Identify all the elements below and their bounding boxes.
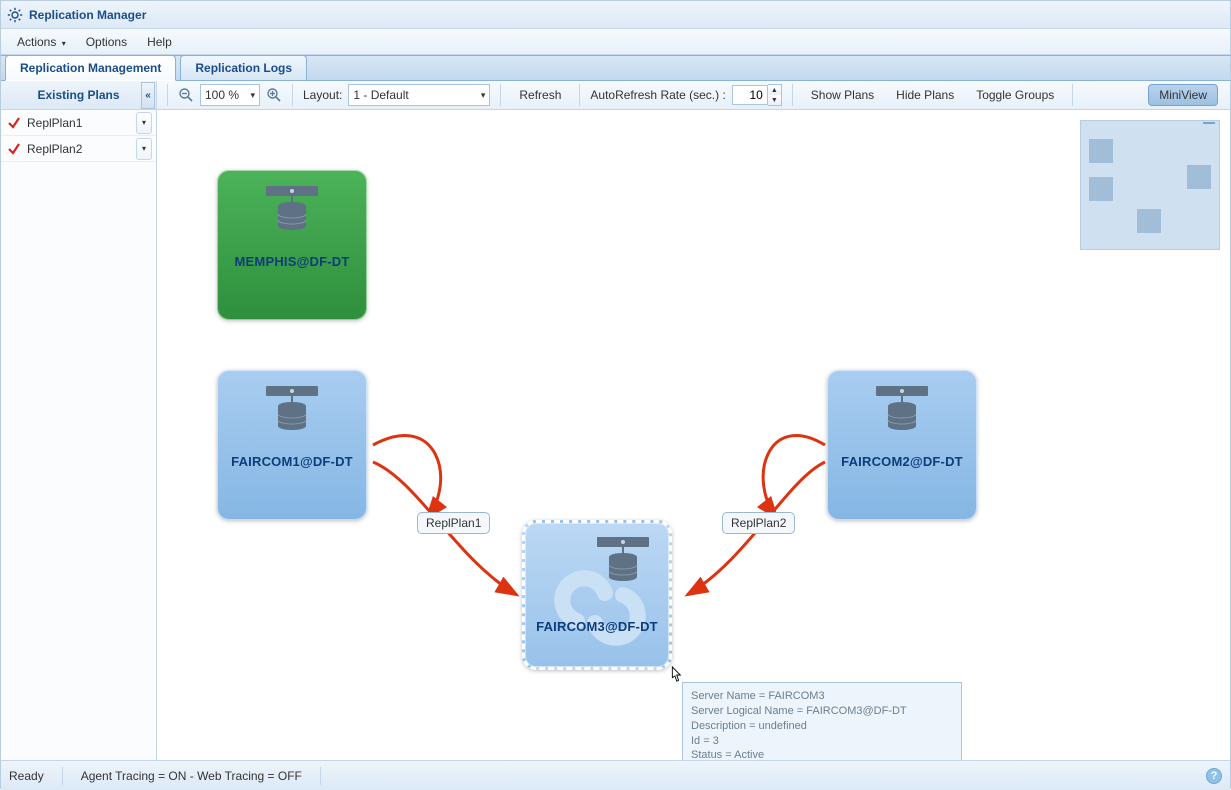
toolbar: 100 % ▾ Layout: 1 - Default ▾ Refresh Au… (157, 81, 1230, 109)
collapse-sidebar-button[interactable]: « (141, 82, 155, 109)
miniview-panel[interactable] (1080, 120, 1220, 250)
separator (579, 84, 580, 106)
tab-replication-logs[interactable]: Replication Logs (180, 55, 307, 80)
menu-actions[interactable]: Actions ▾ (7, 31, 76, 53)
node-label: MEMPHIS@DF-DT (235, 254, 350, 269)
cursor-pointer-icon (667, 665, 683, 685)
separator (1072, 84, 1073, 106)
spinner-arrows[interactable]: ▲ ▼ (768, 84, 782, 106)
spinner-up-icon[interactable]: ▲ (768, 85, 781, 95)
sidebar-item-replplan2[interactable]: ReplPlan2 ▾ (1, 136, 156, 162)
caret-down-icon: ▾ (62, 39, 66, 48)
autorefresh-input[interactable] (732, 85, 768, 105)
chevron-down-icon: ▾ (481, 90, 486, 101)
zoom-out-icon[interactable] (178, 87, 194, 103)
dropdown-icon[interactable]: ▾ (136, 138, 152, 160)
hide-plans-button[interactable]: Hide Plans (888, 85, 962, 105)
edge-label-replplan1[interactable]: ReplPlan1 (417, 512, 490, 534)
miniview-node (1089, 139, 1113, 163)
tab-bar: Replication Management Replication Logs (1, 55, 1230, 81)
check-icon (7, 142, 21, 156)
separator (292, 84, 293, 106)
separator (167, 84, 168, 106)
title-bar: Replication Manager (1, 1, 1230, 29)
tooltip-line: Server Name = FAIRCOM3 (691, 689, 953, 704)
miniview-button[interactable]: MiniView (1148, 84, 1218, 106)
layout-label: Layout: (303, 88, 342, 102)
chevron-down-icon: ▾ (250, 90, 255, 101)
menu-actions-label: Actions (17, 35, 56, 49)
miniview-node (1089, 177, 1113, 201)
node-memphis[interactable]: MEMPHIS@DF-DT (217, 170, 367, 320)
zoom-value: 100 % (205, 88, 239, 102)
menu-options[interactable]: Options (76, 31, 137, 53)
menu-bar: Actions ▾ Options Help (1, 29, 1230, 55)
node-faircom3[interactable]: FAIRCOM3@DF-DT (522, 520, 672, 670)
status-tracing: Agent Tracing = ON - Web Tracing = OFF (81, 769, 302, 783)
tooltip-line: Status = Active (691, 748, 953, 760)
edge-label-replplan2[interactable]: ReplPlan2 (722, 512, 795, 534)
autorefresh-label: AutoRefresh Rate (sec.) : (590, 88, 725, 102)
gear-icon (7, 7, 23, 23)
check-icon (7, 116, 21, 130)
node-label: FAIRCOM2@DF-DT (841, 454, 963, 469)
sidebar-header-label: Existing Plans (37, 88, 119, 102)
sidebar-item-replplan1[interactable]: ReplPlan1 ▾ (1, 110, 156, 136)
node-faircom2[interactable]: FAIRCOM2@DF-DT (827, 370, 977, 520)
tooltip-line: Id = 3 (691, 734, 953, 749)
menu-help[interactable]: Help (137, 31, 182, 53)
tooltip-line: Server Logical Name = FAIRCOM3@DF-DT (691, 704, 953, 719)
server-rack-icon (262, 384, 322, 436)
node-tooltip: Server Name = FAIRCOM3 Server Logical Na… (682, 682, 962, 760)
content: ReplPlan1 ▾ ReplPlan2 ▾ MEMPHIS@DF-DT (1, 110, 1230, 760)
drag-handle-icon[interactable] (1203, 122, 1215, 124)
status-ready: Ready (9, 769, 44, 783)
tab-replication-management[interactable]: Replication Management (5, 55, 176, 81)
miniview-node (1187, 165, 1211, 189)
server-rack-icon (872, 384, 932, 436)
sidebar-header: Existing Plans « (1, 81, 157, 109)
dropdown-icon[interactable]: ▾ (136, 112, 152, 134)
toolbar-row: Existing Plans « 100 % ▾ Layout: 1 - Def… (1, 81, 1230, 110)
sidebar: ReplPlan1 ▾ ReplPlan2 ▾ (1, 110, 157, 760)
node-faircom1[interactable]: FAIRCOM1@DF-DT (217, 370, 367, 520)
separator (792, 84, 793, 106)
zoom-select[interactable]: 100 % ▾ (200, 84, 260, 106)
separator (62, 767, 63, 785)
help-icon[interactable]: ? (1206, 768, 1222, 784)
server-rack-icon (262, 184, 322, 236)
spinner-down-icon[interactable]: ▼ (768, 95, 781, 105)
autorefresh-spinner[interactable]: ▲ ▼ (732, 84, 782, 106)
separator (500, 84, 501, 106)
sidebar-item-label: ReplPlan2 (27, 142, 136, 156)
node-label: FAIRCOM3@DF-DT (525, 619, 669, 634)
toggle-groups-button[interactable]: Toggle Groups (968, 85, 1062, 105)
refresh-button[interactable]: Refresh (511, 85, 569, 105)
tooltip-line: Description = undefined (691, 719, 953, 734)
zoom-in-icon[interactable] (266, 87, 282, 103)
layout-value: 1 - Default (353, 88, 408, 102)
diagram-canvas[interactable]: MEMPHIS@DF-DT FAIRCOM1@DF-DT (157, 110, 1230, 760)
sidebar-item-label: ReplPlan1 (27, 116, 136, 130)
node-label: FAIRCOM1@DF-DT (231, 454, 353, 469)
server-rack-icon (593, 535, 653, 587)
status-bar: Ready Agent Tracing = ON - Web Tracing =… (1, 760, 1230, 790)
show-plans-button[interactable]: Show Plans (803, 85, 882, 105)
separator (320, 767, 321, 785)
miniview-node (1137, 209, 1161, 233)
app-title: Replication Manager (29, 8, 146, 22)
layout-select[interactable]: 1 - Default ▾ (348, 84, 490, 106)
